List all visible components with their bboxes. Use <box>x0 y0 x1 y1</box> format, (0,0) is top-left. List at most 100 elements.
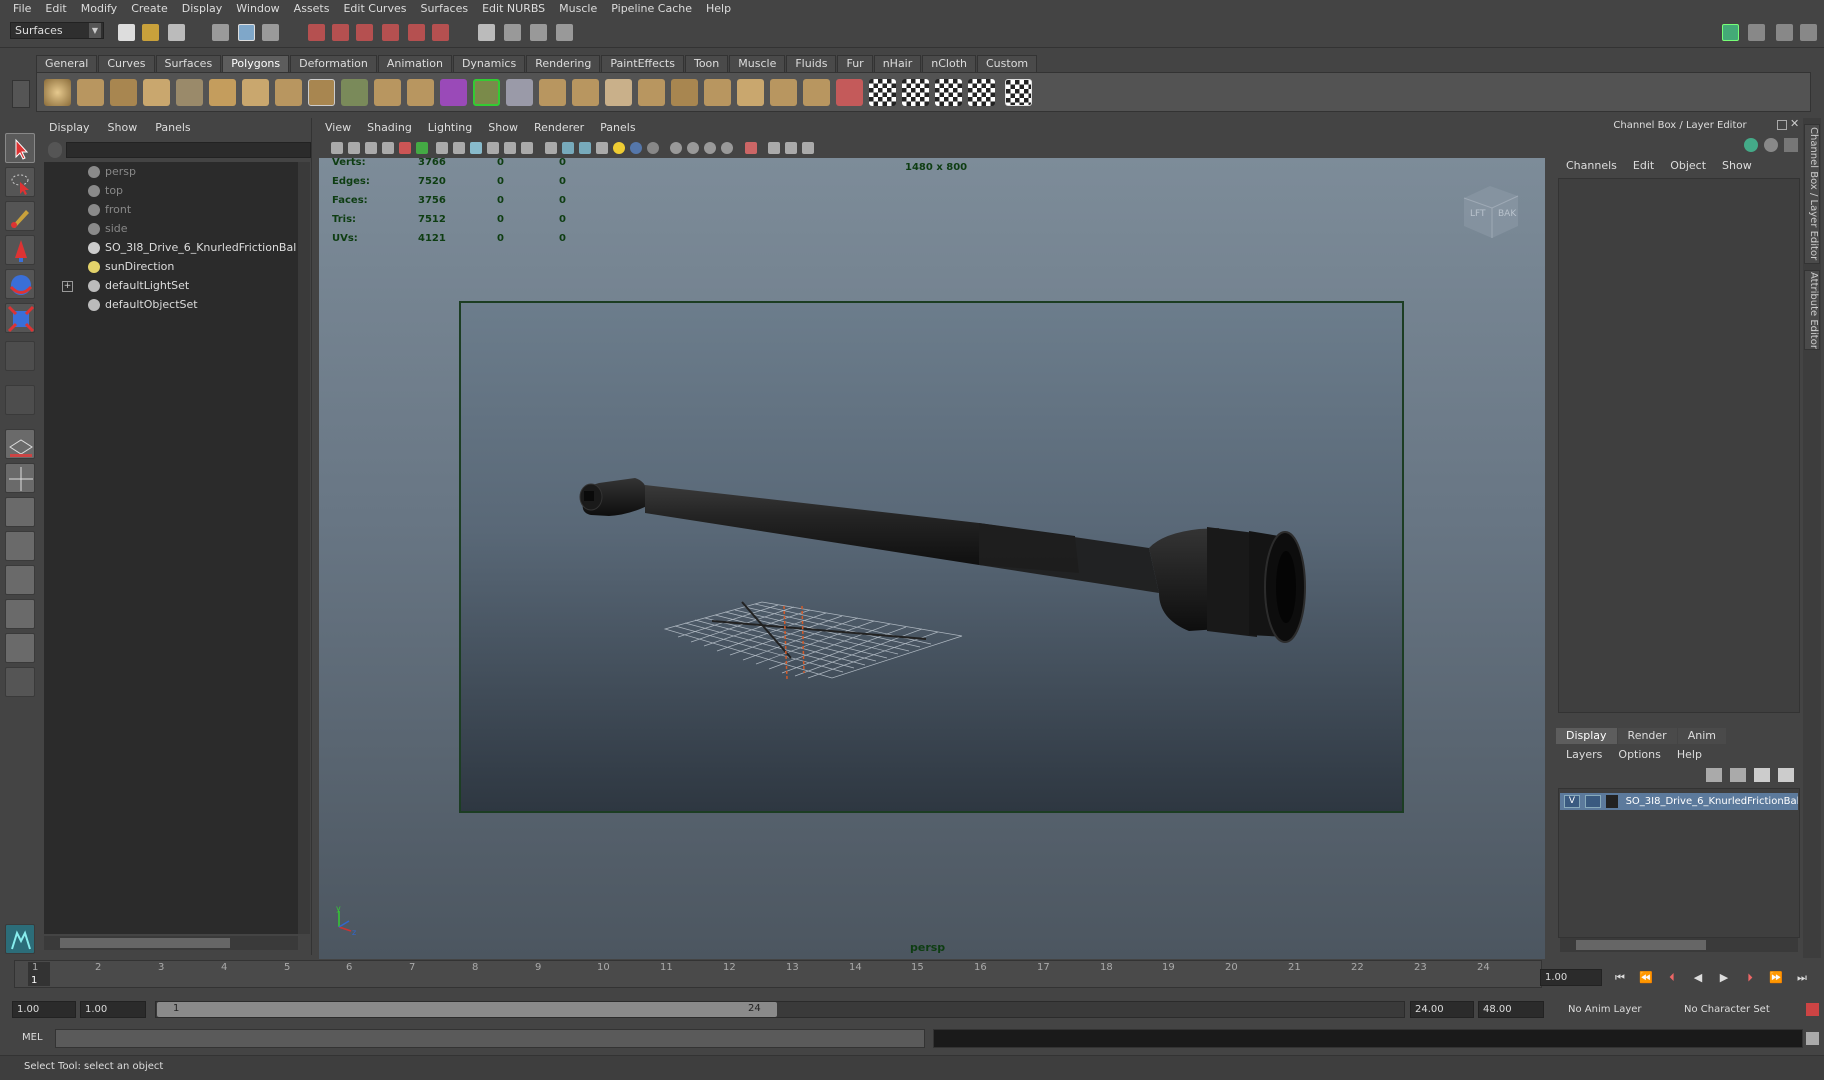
select-by-object-icon[interactable] <box>238 24 255 41</box>
fill-hole-icon[interactable] <box>803 79 830 106</box>
outliner-item-defaultlightset[interactable]: defaultLightSet <box>88 276 189 295</box>
separate-icon[interactable] <box>374 79 401 106</box>
layer-tab-display[interactable]: Display <box>1556 728 1617 744</box>
menu-surfaces[interactable]: Surfaces <box>413 0 475 18</box>
poly-plane-icon[interactable] <box>176 79 203 106</box>
menu-display[interactable]: Display <box>175 0 230 18</box>
select-by-hierarchy-icon[interactable] <box>212 24 229 41</box>
float-panel-icon[interactable] <box>1777 120 1787 130</box>
sculpt-geometry-icon[interactable] <box>836 79 863 106</box>
attribute-mode-icon[interactable] <box>1764 138 1778 152</box>
viewport-menu-lighting[interactable]: Lighting <box>420 118 480 138</box>
menu-create[interactable]: Create <box>124 0 175 18</box>
play-backwards-icon[interactable]: ◀ <box>1688 971 1708 985</box>
uv-texture-editor-icon[interactable] <box>1005 79 1032 106</box>
uv-cylindrical-icon[interactable] <box>902 79 929 106</box>
snap-surface-icon[interactable] <box>382 24 399 41</box>
shelf-tab-surfaces[interactable]: Surfaces <box>155 55 222 72</box>
layer-scroll-thumb[interactable] <box>1576 940 1706 950</box>
shelf-options-icon[interactable] <box>12 80 30 108</box>
show-layer-editor-icon[interactable] <box>1800 24 1817 41</box>
layer-menu-help[interactable]: Help <box>1669 746 1710 764</box>
side-tab-channel-box[interactable]: Channel Box / Layer Editor <box>1804 124 1820 264</box>
move-layer-down-icon[interactable] <box>1730 768 1746 782</box>
snap-live-icon[interactable] <box>408 24 425 41</box>
outliner-item-persp[interactable]: persp <box>88 162 136 181</box>
poly-pipe-icon[interactable] <box>275 79 302 106</box>
move-layer-up-icon[interactable] <box>1706 768 1722 782</box>
time-slider[interactable] <box>14 960 1542 988</box>
extra-layout-icon[interactable] <box>5 667 35 697</box>
playback-start-field[interactable]: 1.00 <box>80 1001 146 1018</box>
outliner-item-sundirection[interactable]: sunDirection <box>88 257 174 276</box>
play-forwards-icon[interactable]: ▶ <box>1714 971 1734 985</box>
layer-menu-layers[interactable]: Layers <box>1558 746 1610 764</box>
outliner-persp-layout-icon[interactable] <box>5 497 35 527</box>
outliner-item-top[interactable]: top <box>88 181 123 200</box>
anim-layer-dropdown[interactable]: No Anim Layer <box>1552 1001 1664 1018</box>
select-by-component-icon[interactable] <box>262 24 279 41</box>
side-tab-attribute-editor[interactable]: Attribute Editor <box>1804 270 1820 350</box>
uv-spherical-icon[interactable] <box>935 79 962 106</box>
move-tool-icon[interactable] <box>5 235 35 265</box>
menu-muscle[interactable]: Muscle <box>552 0 604 18</box>
menu-help[interactable]: Help <box>699 0 738 18</box>
step-back-frame-icon[interactable]: ⏪ <box>1636 971 1656 985</box>
expand-icon[interactable]: + <box>62 281 73 292</box>
rotate-tool-icon[interactable] <box>5 269 35 299</box>
smooth-proxy-icon[interactable] <box>440 79 467 106</box>
new-scene-icon[interactable] <box>118 24 135 41</box>
poly-cylinder-icon[interactable] <box>110 79 137 106</box>
shelf-tab-deformation[interactable]: Deformation <box>290 55 377 72</box>
merge-icon[interactable] <box>737 79 764 106</box>
layer-visibility-toggle[interactable]: V <box>1564 795 1580 808</box>
outliner-item-mesh[interactable]: SO_3I8_Drive_6_KnurledFrictionBallExten <box>88 238 296 257</box>
viewport-menu-panels[interactable]: Panels <box>592 118 643 138</box>
tool-settings-mode-icon[interactable] <box>1784 138 1798 152</box>
menu-assets[interactable]: Assets <box>287 0 337 18</box>
menu-window[interactable]: Window <box>229 0 286 18</box>
bevel-icon[interactable] <box>704 79 731 106</box>
shelf-tab-toon[interactable]: Toon <box>684 55 729 72</box>
channel-box-menu-object[interactable]: Object <box>1662 157 1714 175</box>
single-perspective-layout-icon[interactable] <box>5 429 35 459</box>
poly-soccer-ball-icon[interactable] <box>308 79 335 106</box>
channel-box-area[interactable] <box>1558 178 1800 713</box>
shelf-tab-fluids[interactable]: Fluids <box>786 55 837 72</box>
poly-sphere-icon[interactable] <box>44 79 71 106</box>
viewport-menu-show[interactable]: Show <box>480 118 526 138</box>
menu-file[interactable]: File <box>6 0 38 18</box>
close-panel-icon[interactable]: ✕ <box>1790 118 1802 130</box>
mirror-geometry-icon[interactable] <box>506 79 533 106</box>
layer-menu-options[interactable]: Options <box>1610 746 1668 764</box>
render-view-icon[interactable] <box>478 24 495 41</box>
panel-layout-icon[interactable] <box>5 633 35 663</box>
script-editor-icon[interactable] <box>1806 1032 1819 1045</box>
step-forward-key-icon[interactable]: ⏵ <box>1740 971 1760 985</box>
go-to-end-icon[interactable]: ⏭ <box>1792 971 1812 985</box>
channel-box-menu-show[interactable]: Show <box>1714 157 1760 175</box>
menu-pipeline-cache[interactable]: Pipeline Cache <box>604 0 699 18</box>
uv-automatic-icon[interactable] <box>968 79 995 106</box>
lasso-tool-icon[interactable] <box>5 167 35 197</box>
viewport-menu-shading[interactable]: Shading <box>359 118 420 138</box>
snap-point-icon[interactable] <box>356 24 373 41</box>
select-tool-icon[interactable] <box>5 133 35 163</box>
dope-sheet-layout-icon[interactable] <box>5 599 35 629</box>
outliner-item-side[interactable]: side <box>88 219 128 238</box>
new-layer-icon[interactable] <box>1754 768 1770 782</box>
range-slider-thumb[interactable] <box>157 1002 777 1017</box>
character-set-dropdown[interactable]: No Character Set <box>1668 1001 1788 1018</box>
chevron-down-icon[interactable]: ▼ <box>89 23 101 38</box>
layer-tab-render[interactable]: Render <box>1617 728 1677 744</box>
booleans-icon[interactable] <box>473 79 500 106</box>
shelf-tab-curves[interactable]: Curves <box>98 55 155 72</box>
bridge-icon[interactable] <box>572 79 599 106</box>
channel-box-mode-icon[interactable] <box>1744 138 1758 152</box>
outliner-filter-icon[interactable] <box>48 142 62 158</box>
outliner-search-input[interactable] <box>66 142 311 158</box>
menu-modify[interactable]: Modify <box>74 0 124 18</box>
split-polygon-icon[interactable] <box>638 79 665 106</box>
outliner-menu-panels[interactable]: Panels <box>146 118 199 138</box>
open-scene-icon[interactable] <box>142 24 159 41</box>
